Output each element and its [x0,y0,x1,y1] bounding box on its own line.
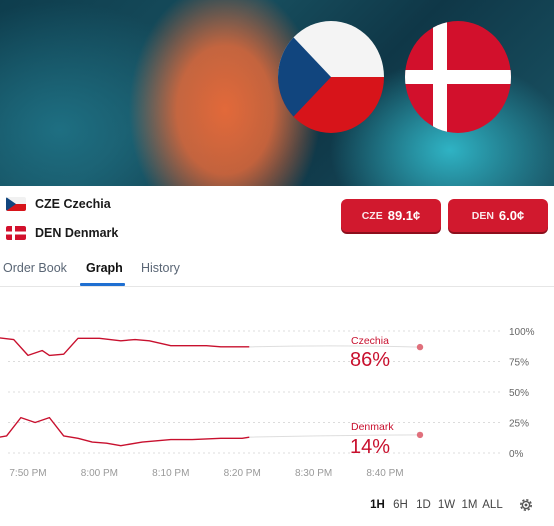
range-button-1d[interactable]: 1D [412,499,435,511]
buy-denmark-button[interactable]: DEN 6.0¢ [448,199,548,232]
gear-icon[interactable] [518,497,534,513]
button-price: 6.0¢ [498,208,525,223]
range-button-1w[interactable]: 1W [435,499,458,511]
denmark-mini-flag-icon [6,226,26,240]
series-value-label: 86% [350,349,390,371]
series-endpoint-dot [416,431,424,439]
series-endpoint-dot [416,343,424,351]
view-tabs: Order Book Graph History [0,252,554,287]
y-tick-label: 100% [509,327,535,338]
series-name-label: Czechia [351,335,389,347]
outcome-czechia: CZE Czechia [6,194,111,214]
market-info-row: CZE Czechia DEN Denmark CZE 89.1¢ DEN 6.… [0,186,554,252]
series-line-denmark [0,416,250,447]
y-tick-label: 75% [509,358,529,369]
y-tick-label: 50% [509,388,529,399]
tab-history[interactable]: History [141,261,180,275]
button-price: 89.1¢ [387,208,421,223]
buy-czechia-button[interactable]: CZE 89.1¢ [341,199,441,232]
price-chart: 100% 75% 50% 25% 0% 7:50 PM 8:00 PM 8:10 PM 8:20… [0,327,535,479]
x-tick-label: 8:30 PM [295,468,332,479]
x-tick-label: 7:50 PM [9,468,46,479]
series-line-czechia [0,337,250,357]
y-tick-label: 25% [509,419,529,430]
denmark-flag-icon [405,21,511,133]
series-projection-line [249,345,421,348]
tab-order-book[interactable]: Order Book [3,261,67,275]
outcome-label: DEN Denmark [35,226,119,240]
czechia-mini-flag-icon [6,197,26,211]
button-code: CZE [361,209,383,222]
tab-graph[interactable]: Graph [86,261,123,275]
active-tab-indicator [80,283,125,286]
x-tick-label: 8:00 PM [81,468,118,479]
outcome-denmark: DEN Denmark [6,223,118,243]
series-value-label: 14% [350,436,390,458]
range-button-all[interactable]: ALL [481,499,504,511]
range-button-1m[interactable]: 1M [458,499,481,511]
time-range-selector: 1H 6H 1D 1W 1M ALL [366,499,504,511]
czechia-flag-icon [278,21,384,133]
hero-banner [0,0,554,186]
range-button-6h[interactable]: 6H [389,499,412,511]
series-projection-line [249,434,421,438]
x-tick-label: 8:10 PM [152,468,189,479]
button-code: DEN [471,209,494,222]
x-tick-label: 8:40 PM [366,468,403,479]
y-tick-label: 0% [509,449,524,460]
range-button-1h[interactable]: 1H [366,499,389,511]
series-name-label: Denmark [351,421,394,433]
x-tick-label: 8:20 PM [224,468,261,479]
outcome-label: CZE Czechia [35,197,111,211]
